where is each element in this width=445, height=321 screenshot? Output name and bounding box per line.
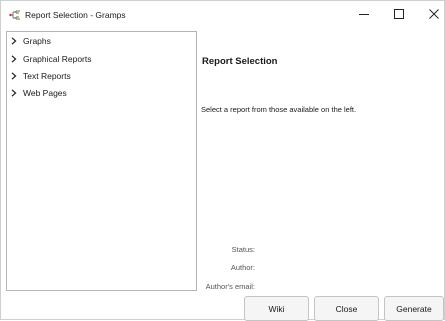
tree-item-graphs[interactable]: Graphs xyxy=(9,34,194,47)
minimize-icon xyxy=(359,9,369,21)
gramps-tree-icon xyxy=(9,10,21,20)
minimize-button[interactable] xyxy=(347,1,381,29)
tree-item-graphical-reports[interactable]: Graphical Reports xyxy=(9,52,194,65)
tree-item-label: Web Pages xyxy=(23,87,67,98)
close-icon xyxy=(429,9,439,21)
status-label: Status: xyxy=(231,245,255,254)
report-title: Report Selection xyxy=(202,56,278,67)
generate-button[interactable]: Generate xyxy=(384,296,444,321)
tree-item-text-reports[interactable]: Text Reports xyxy=(9,69,194,82)
tree-item-label: Graphical Reports xyxy=(23,53,92,64)
maximize-icon xyxy=(394,9,404,21)
chevron-right-icon[interactable] xyxy=(9,54,19,64)
chevron-right-icon[interactable] xyxy=(9,36,19,46)
author-label: Author: xyxy=(230,263,255,272)
tree-item-web-pages[interactable]: Web Pages xyxy=(9,86,194,99)
tree-item-label: Graphs xyxy=(23,35,51,46)
report-selection-window: Report Selection - Gramps Graphs Graphic… xyxy=(0,0,445,321)
author-email-label: Author's email: xyxy=(205,282,255,291)
tree-item-label: Text Reports xyxy=(23,70,71,81)
report-category-tree[interactable]: Graphs Graphical Reports Text Reports We… xyxy=(6,31,197,291)
close-button[interactable]: Close xyxy=(314,296,379,321)
maximize-button[interactable] xyxy=(382,1,416,29)
report-description: Select a report from those available on … xyxy=(201,105,357,114)
wiki-button[interactable]: Wiki xyxy=(244,296,309,321)
window-title: Report Selection - Gramps xyxy=(25,10,126,20)
close-window-button[interactable] xyxy=(417,1,445,29)
chevron-right-icon[interactable] xyxy=(9,71,19,81)
chevron-right-icon[interactable] xyxy=(9,88,19,98)
title-bar: Report Selection - Gramps xyxy=(1,1,444,29)
